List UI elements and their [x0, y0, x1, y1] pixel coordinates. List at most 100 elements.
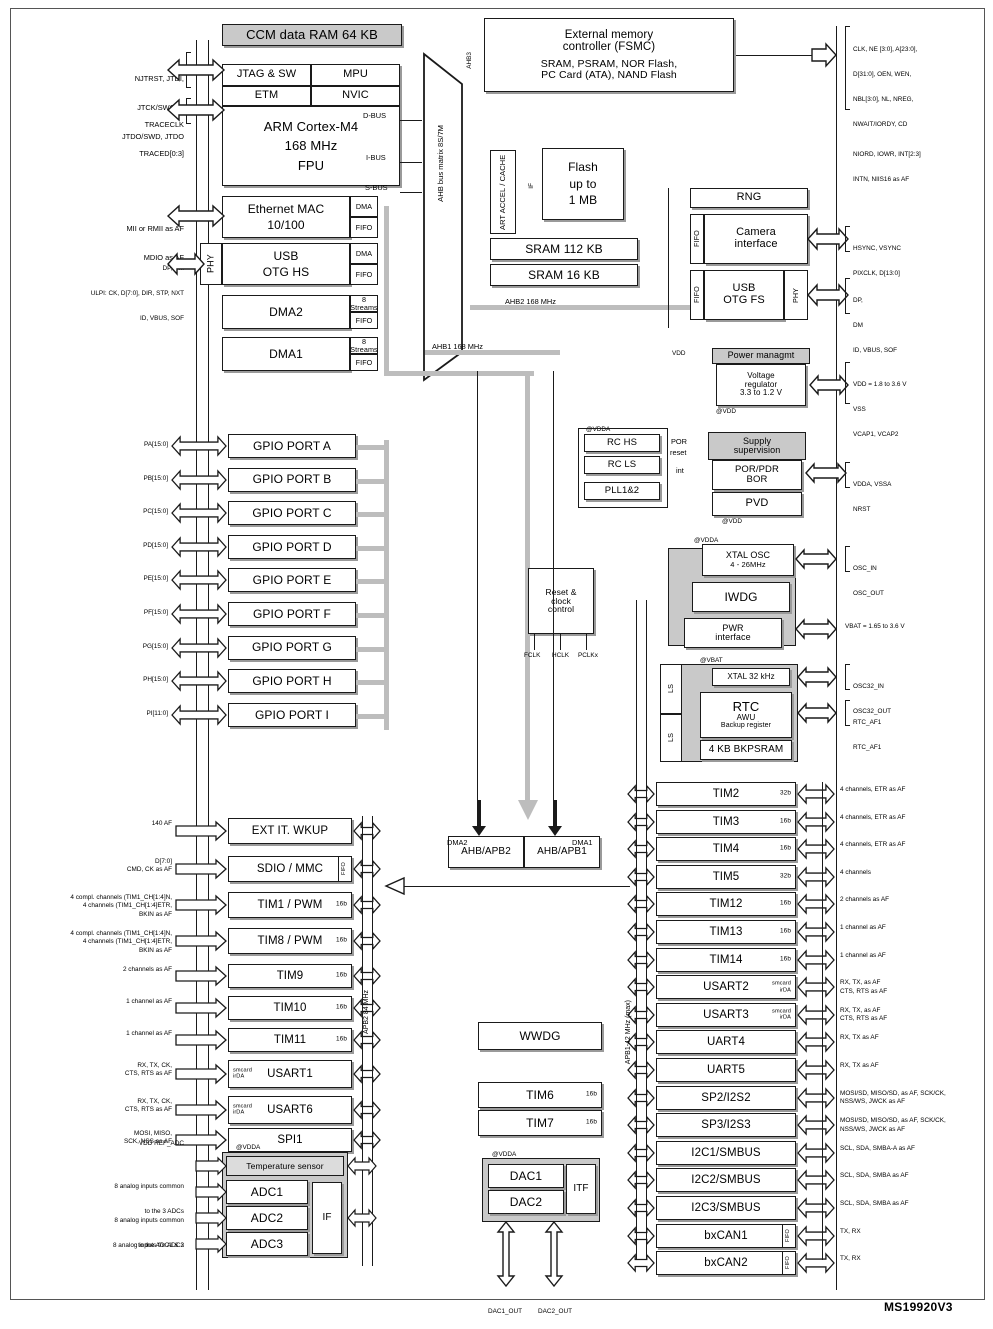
apb1-right-label-usart3: RX, TX, as AF CTS, RTS as AF — [840, 1007, 990, 1024]
label-line: 4 channels (TIM1_CH[1:4]ETR, — [82, 902, 172, 910]
apb1-block-label: TIM5 — [712, 870, 740, 883]
fsmc-right-line — [736, 55, 816, 57]
apb1-block-bits: 16b — [780, 817, 791, 825]
sdio-fifo-block: FIFO — [338, 856, 352, 882]
dma2-fifo-block: FIFO — [350, 312, 378, 329]
apb2-block-label: TIM1 / PWM — [257, 898, 323, 911]
eth-fifo-block: FIFO — [350, 217, 378, 238]
camera-fifo-block: FIFO — [690, 214, 704, 264]
gpio-port-c-pins-label: PC[15:0] — [143, 508, 168, 516]
art-accel-cache-block: ART ACCEL / CACHE — [490, 150, 516, 234]
temperature-sensor-block: Temperature sensor — [226, 1156, 344, 1176]
tim7-label: TIM7 — [526, 1115, 554, 1130]
apb1-pin-arrow — [797, 1031, 835, 1054]
flash-line1: Flash — [568, 160, 598, 175]
rtc-vbat-note: @VBAT — [700, 657, 723, 664]
apb2-bus-arrow — [353, 931, 381, 951]
rtc-sig-bracket — [845, 700, 850, 726]
adc-if-block: IF — [312, 1182, 342, 1254]
fsmc-sig-3: NWAIT/IORDY, CD — [853, 120, 908, 128]
adc-vdda-note: @VDDA — [236, 1144, 261, 1151]
apb2-bus-arrow — [353, 1100, 381, 1120]
fclk-label: FCLK — [524, 652, 541, 659]
vdd-pin-label: VDD — [672, 350, 686, 357]
apb1-pin-arrow — [797, 810, 835, 833]
apb2-block-tim10: TIM10 16b — [228, 996, 352, 1020]
dma2-streams-block: 8 Streams — [350, 294, 378, 312]
apb2-block-note: smcard irDA — [233, 1067, 252, 1080]
apb1-bus-arrow — [627, 922, 655, 942]
apb1-block-label: I2C2/SMBUS — [691, 1174, 761, 1187]
apb1-block-tim13: TIM13 16b — [656, 920, 796, 944]
dma1-arrow-label: DMA1 — [572, 838, 593, 847]
dac2-block: DAC2 — [488, 1190, 564, 1214]
adc-temp-arrow — [195, 1156, 227, 1176]
sram16-block: SRAM 16 KB — [490, 264, 638, 286]
power-sig-0: VDD = 1.8 to 3.6 V — [853, 380, 907, 388]
apb1-block-bits: 32b — [780, 789, 791, 797]
apb1-block-tim2: TIM2 32b — [656, 782, 796, 806]
dac-vdda-note: @VDDA — [492, 1151, 517, 1158]
label-line: MOSI/SD, MISO/SD, as AF, SCK/CK, — [840, 1089, 946, 1097]
gpio-port-d-block: GPIO PORT D — [228, 534, 356, 559]
xtal32-block: XTAL 32 kHz — [712, 668, 790, 686]
dma1-feed-line — [553, 371, 555, 803]
gpio-port-b-arrow — [171, 468, 227, 491]
apb2-left-arrow — [175, 820, 227, 842]
apb2-left-arrow — [175, 858, 227, 880]
apb1-block-bxcan1: bxCAN1 — [656, 1223, 796, 1248]
etm-block: ETM — [222, 86, 311, 106]
apb1-pin-arrow — [797, 1252, 835, 1274]
apb1-right-label-usart2: RX, TX, as AF CTS, RTS as AF — [840, 979, 990, 996]
label-line: RX, TX, CK, — [137, 1062, 172, 1069]
apb2-block-usart1: USART1 smcard irDA — [228, 1060, 352, 1088]
cpu-fpu: FPU — [297, 157, 325, 173]
tim7-bits: 16b — [586, 1118, 597, 1126]
dma2-feed-line — [477, 371, 479, 803]
apb2-block-label: TIM10 — [273, 1001, 307, 1014]
apb1-bus-arrow — [627, 894, 655, 915]
osc-signal-labels: OSC_IN OSC_OUT — [853, 548, 884, 615]
vreg-line3: 3.3 to 1.2 V — [739, 388, 783, 398]
voltage-regulator-block: Voltage regulator 3.3 to 1.2 V — [716, 364, 806, 406]
adc1-block: ADC1 — [226, 1180, 308, 1204]
gpio-port-i-block: GPIO PORT I — [228, 702, 356, 727]
apb1-pin-arrow — [797, 838, 835, 860]
apb2-left-label-usart1: RX, TX, CK, CTS, RTS as AF — [14, 1062, 172, 1079]
apb1-block-sp3-i2s3: SP3/I2S3 — [656, 1113, 796, 1138]
camera-sig-bracket — [845, 226, 850, 252]
por-pdr-bor-block: POR/PDR BOR — [712, 460, 802, 490]
apb2-block-usart6: USART6 smcard irDA — [228, 1096, 352, 1124]
apb1-block-label: UART5 — [707, 1063, 745, 1076]
usb-hs-pin-labels: DP, DM ULPI: CK, D[7:0], DIR, STP, NXT I… — [22, 248, 184, 340]
fsmc-sig-4: NIORD, IOWR, INT[2:3] — [853, 150, 921, 158]
apb2-bus-arrow — [353, 821, 381, 841]
apb1-block-label: TIM2 — [712, 787, 740, 800]
supervision-signal-labels: VDDA, VSSA NRST — [853, 464, 891, 531]
tim7-block: TIM7 16b — [478, 1110, 602, 1136]
usb-fs-phy-block: PHY — [784, 270, 808, 320]
apb2-block-label: TIM8 / PWM — [257, 934, 323, 947]
apb1-pin-arrow — [797, 948, 835, 971]
dac1-out-arrow — [496, 1220, 516, 1288]
label-line: CTS, RTS as AF — [840, 987, 888, 995]
reset-clock-control-block: Reset & clock control — [528, 568, 594, 634]
apb1-right-label-can2: TX, RX — [840, 1255, 861, 1263]
adc2-in-arrow — [195, 1208, 227, 1228]
gpio-port-f-pins-label: PF[15:0] — [143, 609, 168, 616]
apb1-pin-arrow — [797, 893, 835, 916]
usb-fs-line2: OTG FS — [723, 294, 765, 306]
eth-dma-block: DMA — [350, 196, 378, 217]
stm32f4-block-diagram: CCM data RAM 64 KB JTAG & SW MPU ETM NVI… — [0, 0, 993, 1329]
apb1-block-tim4: TIM4 16b — [656, 837, 796, 862]
apb1-block-note: smcard irDA — [772, 980, 791, 994]
apb1-block-tim3: TIM3 16b — [656, 809, 796, 834]
hclk-label: HCLK — [552, 652, 570, 659]
apb1-bus-arrow — [627, 811, 655, 832]
apb2-left-label-tim1: 4 compl. channels (TIM1_CH[1:4]N, 4 chann… — [14, 894, 172, 919]
apb1-block-bits: 32b — [780, 872, 791, 880]
apb2-block-label: SPI1 — [277, 1133, 303, 1146]
label-line: RX, TX, as AF — [840, 979, 881, 987]
apb2-bus-label: APB2 84 MHz — [363, 990, 370, 1034]
pvd-block: PVD — [712, 492, 802, 516]
